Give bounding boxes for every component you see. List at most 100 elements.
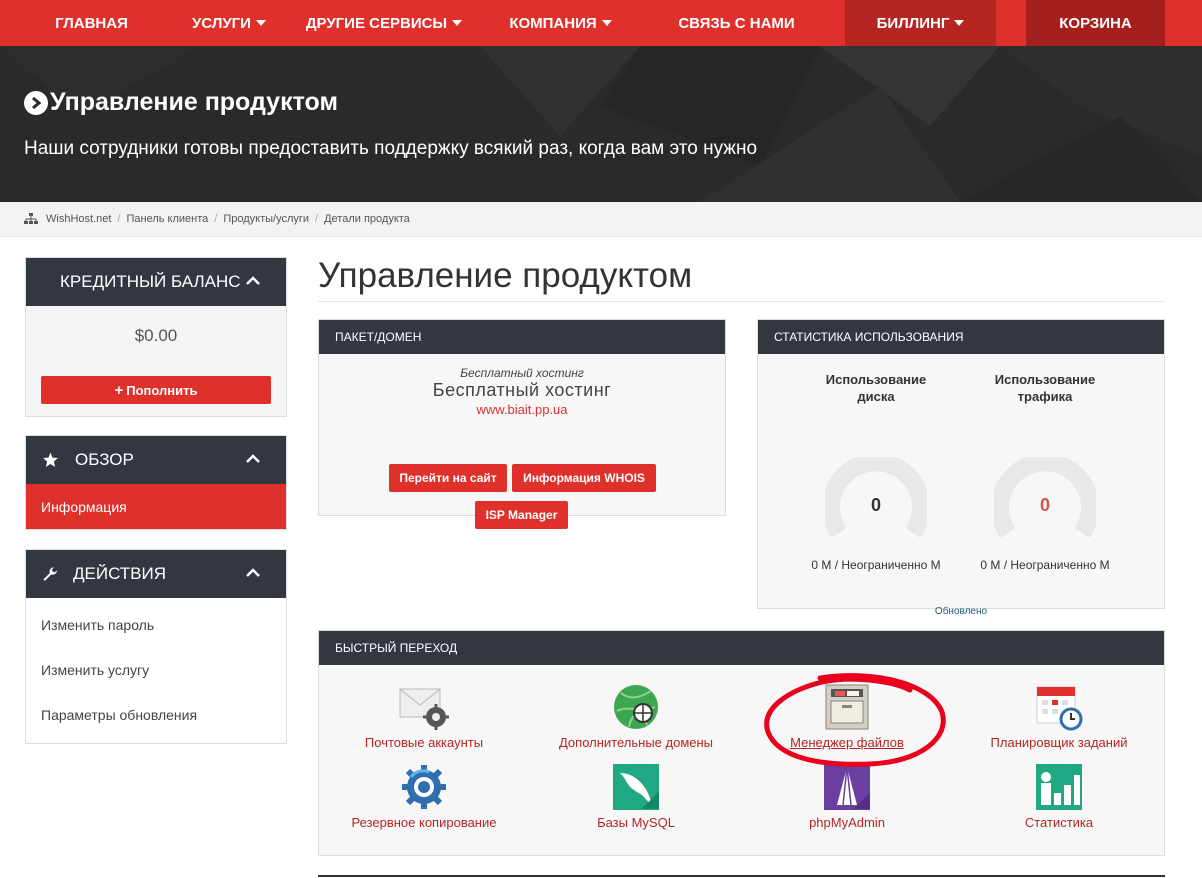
nav-company-label: Компания xyxy=(509,14,597,32)
disk-usage-title: Использование диска xyxy=(825,372,927,404)
whois-info-label: Информация WHOIS xyxy=(523,471,645,485)
backup-gear-icon xyxy=(402,765,446,809)
usage-statistics-header: Статистика использования xyxy=(758,320,1164,354)
traffic-usage-title: Использование трафика xyxy=(994,372,1096,404)
chevron-circle-right-icon xyxy=(24,90,48,115)
traffic-usage-value: 0 xyxy=(1039,495,1050,515)
add-funds-button[interactable]: + Пополнить xyxy=(41,376,271,404)
quick-link-email-accounts[interactable]: Почтовые аккаунты xyxy=(324,683,524,750)
package-group-name: Бесплатный хостинг xyxy=(460,366,584,380)
divider xyxy=(318,875,1165,877)
quick-link-addon-domains[interactable]: Дополнительные домены xyxy=(536,683,736,750)
sidebar-item-label: Параметры обновления xyxy=(41,706,198,723)
nav-billing-label: Биллинг xyxy=(876,14,950,32)
breadcrumb: WishHost.net / Панель клиента / Продукты/у… xyxy=(0,202,1202,237)
wrench-icon xyxy=(43,566,57,581)
nav-company[interactable]: Компания xyxy=(493,0,628,46)
visit-site-label: Перейти на сайт xyxy=(399,471,497,485)
package-domain-header: Пакет/Домен xyxy=(319,320,725,354)
overview-title: Обзор xyxy=(75,450,134,469)
usage-statistics-card: Статистика использования Использование д… xyxy=(757,319,1165,617)
nav-home-label: Главная xyxy=(55,14,128,32)
nav-other-services-label: Другие сервисы xyxy=(305,14,448,32)
sidebar-item-label: Изменить пароль xyxy=(41,616,155,633)
actions-title: Действия xyxy=(73,564,167,583)
quick-link-label: Базы MySQL xyxy=(597,815,675,830)
hero-background-pattern xyxy=(0,46,1202,202)
statistics-chart-icon xyxy=(1036,764,1082,810)
disk-usage-caption: 0 M / Неограниченно M xyxy=(811,558,941,572)
hero-title-text: Управление продуктом xyxy=(50,88,338,116)
mail-gear-icon xyxy=(399,688,449,730)
quick-link-phpmyadmin[interactable]: phpMyAdmin xyxy=(747,763,947,830)
chevron-down-icon xyxy=(255,20,266,26)
nav-contact[interactable]: Связь с нами xyxy=(628,0,845,46)
traffic-usage-caption: 0 M / Неограниченно M xyxy=(980,558,1110,572)
nav-services[interactable]: Услуги xyxy=(183,0,275,46)
actions-panel: Действия Изменить пароль Изменить услугу… xyxy=(25,549,287,744)
chevron-down-icon xyxy=(954,20,965,26)
whois-info-button[interactable]: Информация WHOIS xyxy=(512,464,656,492)
mysql-dolphin-icon xyxy=(613,764,659,810)
nav-billing[interactable]: Биллинг xyxy=(845,0,996,46)
chevron-up-icon[interactable] xyxy=(246,454,260,463)
nav-cart[interactable]: Корзина xyxy=(1026,0,1165,46)
sidebar-item-change-service[interactable]: Изменить услугу xyxy=(26,647,286,692)
sitemap-icon xyxy=(24,213,38,224)
hero-subtitle: Наши сотрудники готовы предоставить подд… xyxy=(24,138,758,159)
isp-manager-button[interactable]: ISP Manager xyxy=(475,501,568,529)
quick-link-label: Планировщик заданий xyxy=(990,735,1128,750)
star-icon xyxy=(43,452,58,467)
quick-link-mysql-databases[interactable]: Базы MySQL xyxy=(536,763,736,830)
annotation-circle xyxy=(764,673,946,767)
package-domain-card: Пакет/Домен Бесплатный хостинг Бесплатны… xyxy=(318,319,726,529)
quick-link-statistics[interactable]: Статистика xyxy=(959,763,1159,830)
quick-link-label: Почтовые аккаунты xyxy=(364,735,484,750)
chevron-down-icon xyxy=(452,20,463,26)
quick-links-header: Быстрый переход xyxy=(319,631,1164,665)
nav-contact-label: Связь с нами xyxy=(678,14,795,32)
sidebar-item-label: Информация xyxy=(41,498,127,515)
nav-other-services[interactable]: Другие сервисы xyxy=(275,0,493,46)
sidebar-item-label: Изменить услугу xyxy=(41,661,150,678)
nav-cart-label: Корзина xyxy=(1059,14,1132,32)
breadcrumb-item[interactable]: Панель клиента xyxy=(126,213,208,225)
quick-link-cron-jobs[interactable]: Планировщик заданий xyxy=(959,683,1159,750)
top-navigation: Главная Услуги Другие сервисы Компания С… xyxy=(0,0,1202,46)
quick-link-label: Статистика xyxy=(1024,815,1094,830)
breadcrumb-item[interactable]: WishHost.net xyxy=(46,213,111,225)
quick-link-label: Резервное копирование xyxy=(351,815,497,830)
sidebar-item-change-password[interactable]: Изменить пароль xyxy=(26,602,286,647)
page-hero: Управление продуктом Наши сотрудники гот… xyxy=(0,46,1202,202)
sidebar-item-renewal-settings[interactable]: Параметры обновления xyxy=(26,692,286,737)
chevron-up-icon[interactable] xyxy=(246,568,260,577)
credit-balance-title: Кредитный баланс xyxy=(60,272,241,291)
disk-usage-value: 0 xyxy=(870,495,881,515)
package-name: Бесплатный хостинг xyxy=(432,380,612,400)
calendar-clock-icon xyxy=(1036,686,1083,731)
breadcrumb-item[interactable]: Продукты/услуги xyxy=(223,213,309,225)
credit-balance-body: $0.00 + Пополнить xyxy=(26,306,286,416)
actions-header[interactable]: Действия xyxy=(26,550,286,598)
credit-balance-panel: Кредитный баланс $0.00 + Пополнить xyxy=(25,257,287,417)
hero-title: Управление продуктом xyxy=(24,88,338,117)
overview-header[interactable]: Обзор xyxy=(26,436,286,484)
plus-icon: + xyxy=(114,381,124,399)
domain-link[interactable]: www.biait.pp.ua xyxy=(319,402,725,417)
visit-site-button[interactable]: Перейти на сайт xyxy=(389,464,507,492)
quick-link-label: phpMyAdmin xyxy=(809,815,885,830)
quick-link-backup[interactable]: Резервное копирование xyxy=(324,763,524,830)
nav-home[interactable]: Главная xyxy=(0,0,183,46)
nav-services-label: Услуги xyxy=(192,14,251,32)
sidebar-item-information[interactable]: Информация xyxy=(26,484,286,529)
isp-manager-label: ISP Manager xyxy=(485,508,558,522)
breadcrumb-item: Детали продукта xyxy=(324,213,410,225)
page-title: Управление продуктом xyxy=(318,256,693,295)
quick-links-card: Быстрый переход Почтовые аккаунты Дополн… xyxy=(318,630,1165,856)
overview-panel: Обзор Информация xyxy=(25,435,287,530)
quick-link-label: Дополнительные домены xyxy=(558,735,714,750)
updated-link[interactable]: Обновлено xyxy=(758,606,1164,617)
chevron-up-icon[interactable] xyxy=(246,276,260,285)
credit-balance-header[interactable]: Кредитный баланс xyxy=(26,258,286,306)
